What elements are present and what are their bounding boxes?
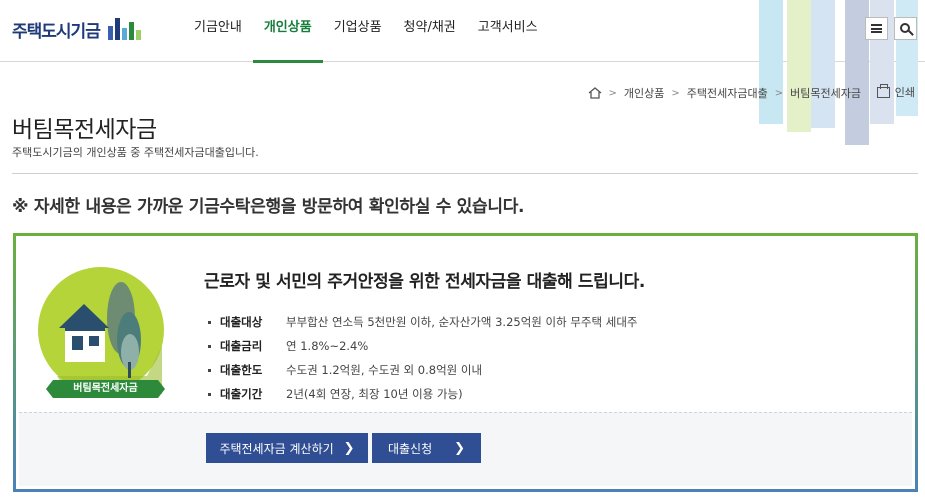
print-button[interactable]: 인쇄 [876,83,915,100]
chevron-right-icon: ❯ [343,440,355,456]
main-nav: 기금안내 개인상품 기업상품 청약/채권 고객서비스 [183,0,549,63]
info-row: 대출한도 수도권 1.2억원, 수도권 외 0.8억원 이내 [208,358,637,382]
site-logo[interactable]: 주택도시기금 [12,14,142,44]
header-decoration [787,0,811,132]
nav-item-fund-info[interactable]: 기금안내 [183,0,253,62]
info-value: 수도권 1.2억원, 수도권 외 0.8억원 이내 [286,363,483,377]
home-icon[interactable] [588,87,602,99]
nav-item-corporate-products[interactable]: 기업상품 [323,0,393,62]
apply-loan-button[interactable]: 대출신청 ❯ [372,433,481,463]
bullet-icon [208,344,211,348]
hamburger-icon [871,24,882,33]
search-icon [899,22,910,33]
product-info-list: 대출대상 부부합산 연소득 5천만원 이하, 순자산가액 3.25억원 이하 무… [208,310,637,406]
calculate-loan-button[interactable]: 주택전세자금 계산하기 ❯ [206,433,368,463]
product-headline: 근로자 및 서민의 주거안정을 위한 전세자금을 대출해 드립니다. [204,272,645,292]
search-button[interactable] [894,17,917,40]
info-key: 대출기간 [220,387,263,401]
info-value: 부부합산 연소득 5천만원 이하, 순자산가액 3.25억원 이하 무주택 세대… [286,315,638,329]
info-row: 대출기간 2년(4회 연장, 최장 10년 이용 가능) [208,382,637,406]
page-title: 버팀목전세자금 [12,117,157,143]
chevron-right-icon: > [671,87,680,99]
info-value: 2년(4회 연장, 최장 10년 이용 가능) [286,387,463,401]
info-row: 대출금리 연 1.8%~2.4% [208,334,637,358]
page-subtitle: 주택도시기금의 개인상품 중 주택전세자금대출입니다. [12,146,259,159]
bullet-icon [208,392,211,396]
logo-mark-icon [106,14,142,44]
info-key: 대출금리 [220,339,263,353]
header-decoration [759,0,783,124]
product-badge: 버팀목전세자금 [46,380,165,398]
bullet-icon [208,320,211,324]
chevron-right-icon: ❯ [454,440,466,456]
chevron-right-icon: > [608,87,617,99]
divider [12,173,918,174]
chevron-right-icon: > [774,87,784,99]
calculate-loan-label: 주택전세자금 계산하기 [219,441,334,456]
nav-item-personal-products[interactable]: 개인상품 [252,0,323,63]
printer-icon [876,83,890,98]
breadcrumb-item[interactable]: 개인상품 [624,85,664,101]
logo-text: 주택도시기금 [12,21,101,42]
breadcrumb-item-current[interactable]: 버팀목전세자금 [790,85,861,101]
nav-item-customer-service[interactable]: 고객서비스 [467,0,549,62]
info-key: 대출한도 [220,363,263,377]
header-decoration [811,0,835,128]
site-header: 주택도시기금 기금안내 개인상품 기업상품 청약/채권 고객서비스 [0,0,925,145]
house-illustration-icon [38,267,164,394]
menu-button[interactable] [865,17,888,40]
info-key: 대출대상 [220,315,263,329]
bullet-icon [208,368,211,372]
notice-text: ※ 자세한 내용은 가까운 기금수탁은행을 방문하여 확인하실 수 있습니다. [12,197,525,217]
breadcrumb: > 개인상품 > 주택전세자금대출 > 버팀목전세자금 [588,85,861,101]
nav-item-subscription-bonds[interactable]: 청약/채권 [393,0,467,62]
breadcrumb-item[interactable]: 주택전세자금대출 [687,85,768,101]
apply-loan-label: 대출신청 [387,441,433,456]
info-value: 연 1.8%~2.4% [286,339,369,353]
info-row: 대출대상 부부합산 연소득 5천만원 이하, 순자산가액 3.25억원 이하 무… [208,310,637,334]
print-label: 인쇄 [894,86,915,99]
